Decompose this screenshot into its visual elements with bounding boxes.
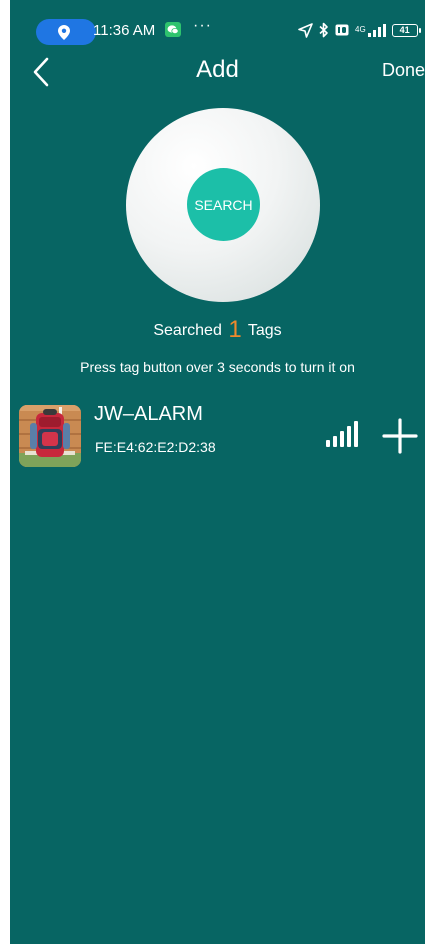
location-indicator <box>36 19 96 45</box>
navigation-arrow-icon <box>298 22 313 38</box>
hd-voice-icon <box>335 24 349 36</box>
header: Add Done <box>10 50 425 94</box>
search-button[interactable]: SEARCH <box>187 168 260 241</box>
searched-prefix: Searched <box>153 322 222 339</box>
plus-icon <box>382 418 418 454</box>
bluetooth-icon <box>319 22 328 38</box>
done-button[interactable]: Done <box>382 60 425 81</box>
device-list-item[interactable]: JW–ALARM FE:E4:62:E2:D2:38 <box>10 398 425 474</box>
backpack-image <box>19 405 81 467</box>
device-name: JW–ALARM <box>94 403 203 425</box>
network-type: 4G <box>355 25 366 34</box>
searched-count: 1 <box>228 316 242 343</box>
device-avatar <box>19 405 81 467</box>
location-pin-icon <box>58 25 70 40</box>
search-button-label: SEARCH <box>194 196 253 213</box>
hint-text: Press tag button over 3 seconds to turn … <box>80 359 355 375</box>
searched-suffix: Tags <box>247 322 282 339</box>
app-screen: 11:36 AM ··· 4G 41 Add Done SEARCH Searc… <box>10 0 425 944</box>
cell-signal-icon <box>367 23 386 37</box>
battery-level: 41 <box>399 24 410 35</box>
status-time: 11:36 AM <box>93 22 156 39</box>
status-icons: 4G 41 <box>298 21 421 39</box>
add-device-button[interactable] <box>382 418 418 454</box>
searched-count-text: Searched 1 Tags <box>10 316 425 344</box>
device-mac-address: FE:E4:62:E2:D2:38 <box>95 439 216 455</box>
page-title: Add <box>196 56 239 83</box>
signal-strength-icon <box>326 421 358 447</box>
wechat-notification-icon <box>165 22 181 37</box>
battery-icon: 41 <box>391 23 421 37</box>
more-notifications-icon: ··· <box>193 17 212 34</box>
